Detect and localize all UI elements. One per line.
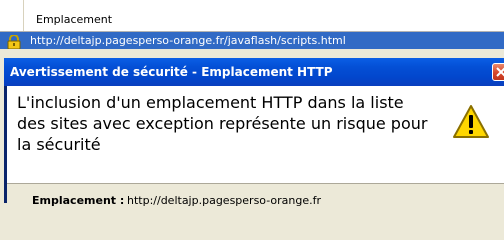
dialog-titlebar[interactable]: Avertissement de sécurité - Emplacement … <box>4 58 504 86</box>
close-icon <box>496 67 504 77</box>
dialog-body: L'inclusion d'un emplacement HTTP dans l… <box>7 86 504 207</box>
list-item-selected[interactable]: http://deltajp.pagesperso-orange.fr/java… <box>0 32 504 50</box>
list-item-url: http://deltajp.pagesperso-orange.fr/java… <box>30 34 346 47</box>
warning-message: L'inclusion d'un emplacement HTTP dans l… <box>17 93 428 154</box>
column-divider <box>23 0 24 31</box>
message-panel: L'inclusion d'un emplacement HTTP dans l… <box>7 86 504 184</box>
warning-icon <box>453 105 489 138</box>
list-header: Emplacement <box>0 0 504 32</box>
location-label: Emplacement : <box>32 194 125 207</box>
security-warning-dialog: Avertissement de sécurité - Emplacement … <box>4 58 504 207</box>
location-value: http://deltajp.pagesperso-orange.fr <box>127 194 322 207</box>
padlock-icon <box>6 34 22 50</box>
dialog-title: Avertissement de sécurité - Emplacement … <box>10 65 333 79</box>
column-header-location[interactable]: Emplacement <box>36 13 112 27</box>
close-button[interactable] <box>492 63 504 81</box>
